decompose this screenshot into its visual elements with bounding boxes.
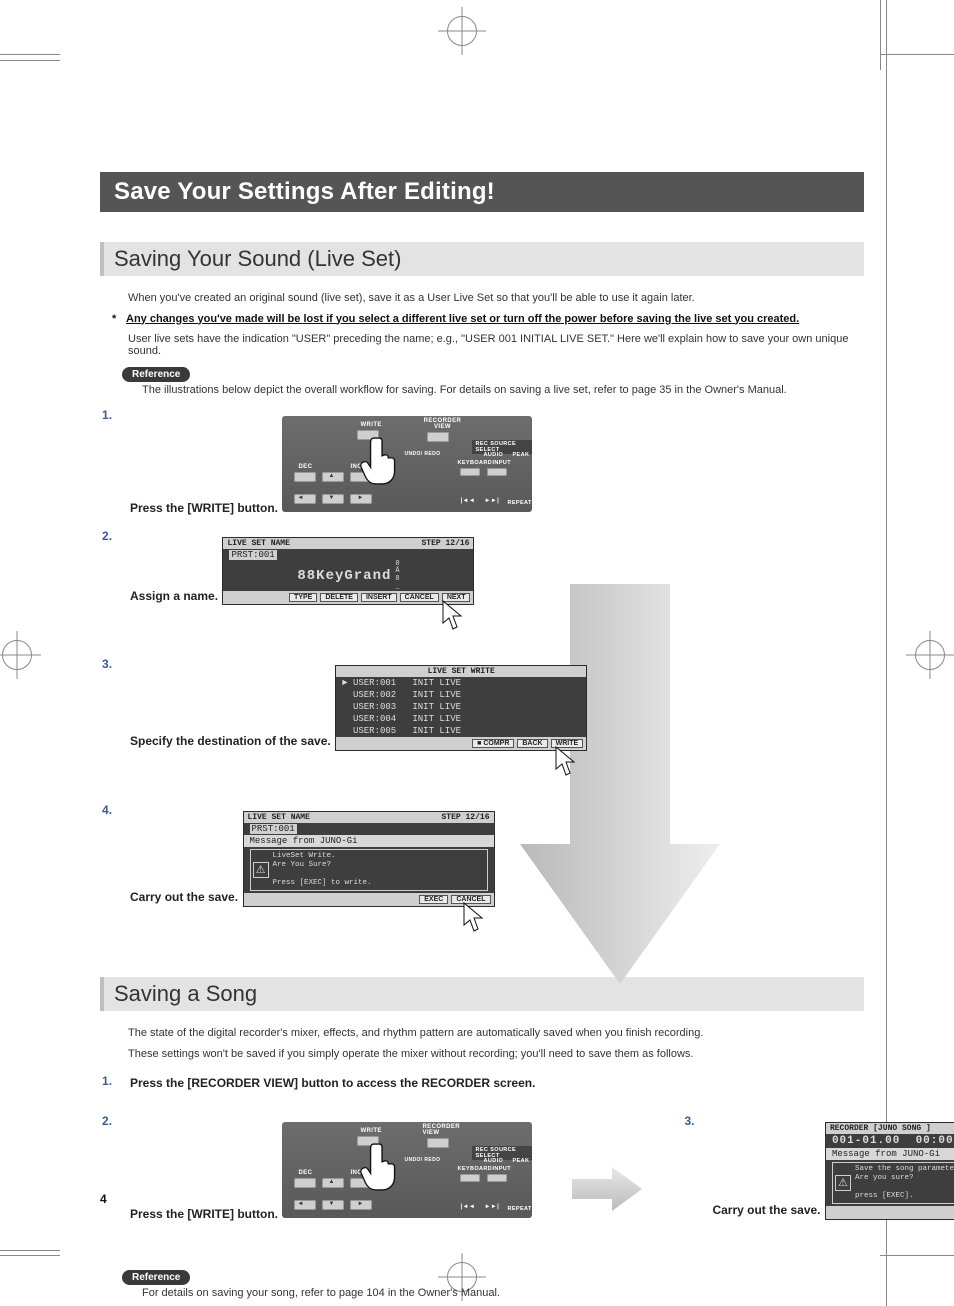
step-title: Assign a name.	[130, 588, 218, 602]
cursor-icon	[222, 605, 474, 645]
song-intro1: The state of the digital recorder's mixe…	[100, 1011, 864, 1042]
lcd-confirm-screen: LIVE SET NAME STEP 12/16 PRST:001 Messag…	[243, 811, 495, 907]
write-panel-illustration: WRITE RECORDER VIEW REC SOURCE SELECT UN…	[282, 1122, 532, 1218]
step-title: Press the [WRITE] button.	[130, 501, 278, 515]
lcd-write-screen: LIVE SET WRITE ► USER:001 INIT LIVE USER…	[335, 665, 587, 751]
reference-text: For details on saving your song, refer t…	[100, 1285, 864, 1299]
liveset-steps: Press the [WRITE] button. WRITE RECORDER…	[100, 408, 864, 948]
write-panel-illustration: WRITE RECORDER VIEW REC SOURCE SELECT UN…	[282, 416, 532, 512]
cursor-icon	[243, 907, 495, 947]
song-steps: Press the [RECORDER VIEW] button to acce…	[100, 1074, 864, 1092]
reference-badge: Reference	[122, 1270, 190, 1285]
right-arrow	[572, 1164, 642, 1219]
liveset-intro: When you've created an original sound (l…	[100, 276, 864, 307]
warning-icon: ⚠	[835, 1175, 851, 1191]
song-intro2: These settings won't be saved if you sim…	[100, 1042, 864, 1063]
lcd-song-screen: RECORDER [JUNO SONG ] ♩=120 001-01.00 00…	[825, 1122, 954, 1220]
step-title: Press the [RECORDER VIEW] button to acce…	[130, 1076, 535, 1090]
cursor-icon	[335, 751, 587, 791]
cursor-icon	[825, 1220, 954, 1260]
reference-text: The illustrations below depict the overa…	[100, 382, 864, 396]
step-title: Specify the destination of the save.	[130, 734, 331, 748]
page-number: 4	[100, 1192, 107, 1206]
step-title: Carry out the save.	[712, 1203, 820, 1217]
page-title: Save Your Settings After Editing!	[100, 172, 864, 212]
liveset-warning: *Any changes you've made will be lost if…	[100, 307, 864, 325]
reference-badge: Reference	[122, 367, 190, 382]
section-heading-song: Saving a Song	[100, 977, 864, 1011]
step-title: Press the [WRITE] button.	[130, 1207, 278, 1221]
liveset-note: User live sets have the indication "USER…	[100, 325, 864, 357]
lcd-name-screen: LIVE SET NAME STEP 12/16 PRST:001 88KeyG…	[222, 537, 474, 606]
warning-icon: ⚠	[253, 862, 269, 878]
section-heading-liveset: Saving Your Sound (Live Set)	[100, 242, 864, 276]
step-title: Carry out the save.	[130, 890, 238, 904]
